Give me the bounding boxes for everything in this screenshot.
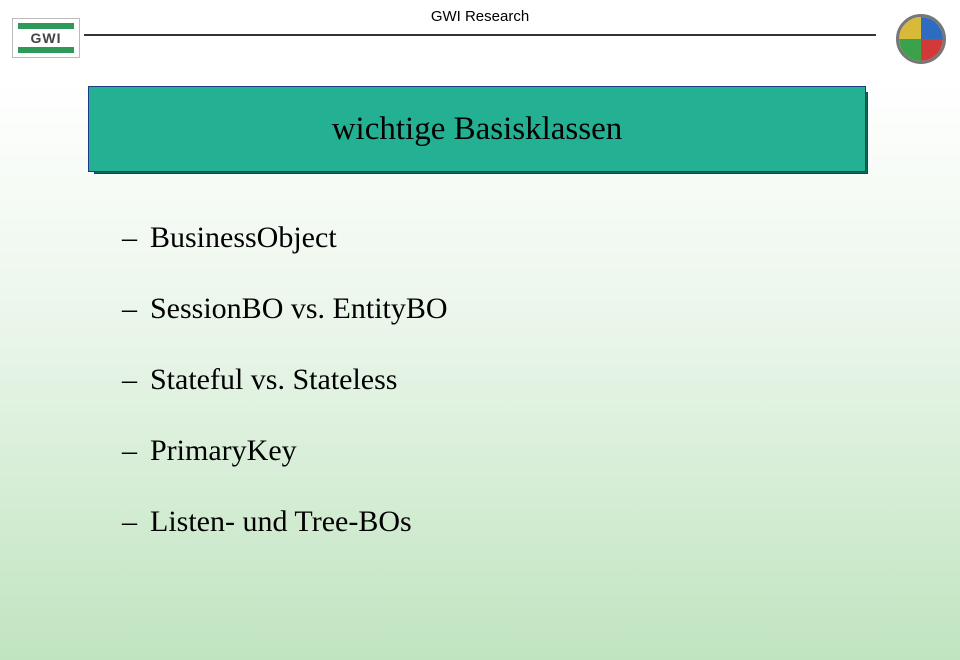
slide: GWI GWI Research wichtige Basisklassen B… <box>0 0 960 660</box>
gwi-logo-text: GWI <box>13 30 79 46</box>
globe-icon <box>896 14 946 64</box>
title-box-front: wichtige Basisklassen <box>88 86 866 172</box>
header-title: GWI Research <box>0 8 960 25</box>
slide-header: GWI GWI Research <box>0 8 960 62</box>
content-list: BusinessObject SessionBO vs. EntityBO St… <box>122 218 900 573</box>
list-item: Stateful vs. Stateless <box>122 360 900 399</box>
gwi-logo-bar <box>18 47 74 53</box>
list-item: PrimaryKey <box>122 431 900 470</box>
globe-ring <box>896 14 946 64</box>
list-item: BusinessObject <box>122 218 900 257</box>
title-box: wichtige Basisklassen <box>88 86 866 172</box>
list-item: Listen- und Tree-BOs <box>122 502 900 541</box>
header-divider <box>84 34 876 36</box>
list-item: SessionBO vs. EntityBO <box>122 289 900 328</box>
title-text: wichtige Basisklassen <box>332 111 623 148</box>
